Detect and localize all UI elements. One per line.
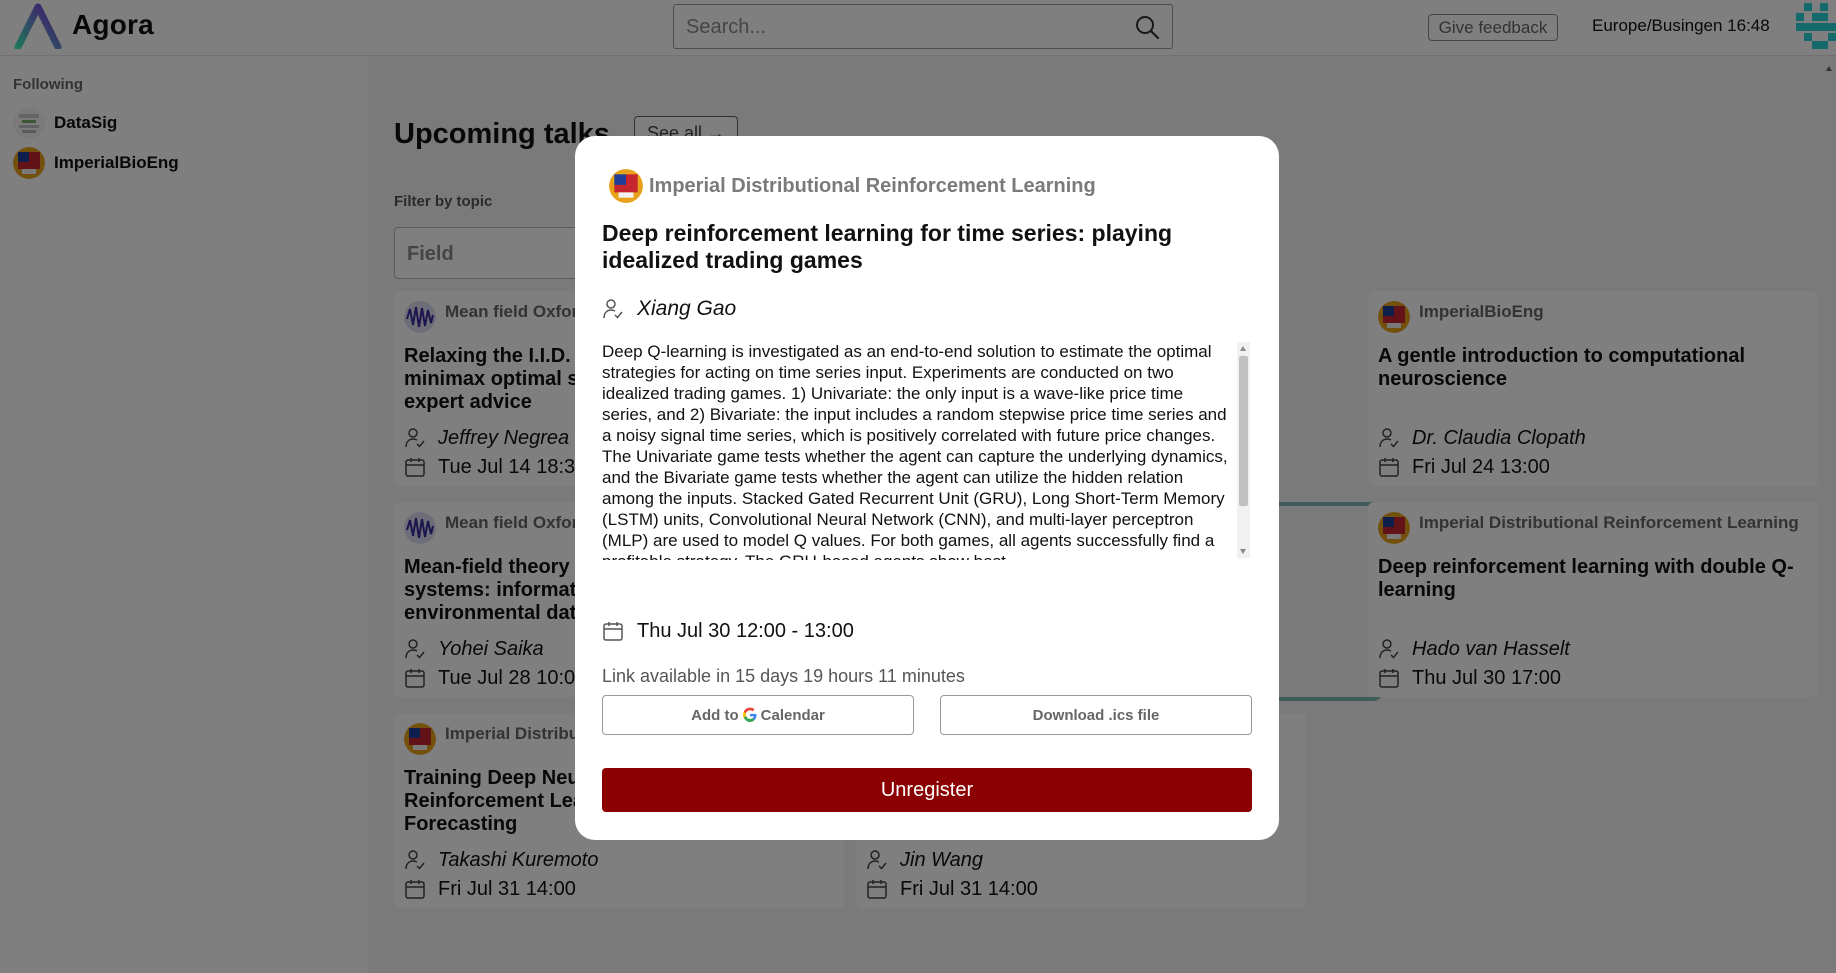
- imperial-crest-icon: [609, 169, 643, 203]
- scroll-down-arrow-icon[interactable]: [1240, 549, 1246, 554]
- modal-date: Thu Jul 30 12:00 - 13:00: [602, 616, 854, 646]
- modal-talk-title: Deep reinforcement learning for time ser…: [602, 220, 1173, 273]
- talk-detail-modal: Imperial Distributional Reinforcement Le…: [575, 136, 1279, 840]
- download-ics-button[interactable]: Download .ics file: [940, 695, 1252, 735]
- scrollbar-thumb[interactable]: [1239, 356, 1248, 506]
- calendar-icon: [603, 622, 623, 641]
- modal-channel-name[interactable]: Imperial Distributional Reinforcement Le…: [649, 175, 1096, 198]
- unregister-button[interactable]: Unregister: [602, 768, 1252, 812]
- link-availability-status: Link available in 15 days 19 hours 11 mi…: [602, 666, 965, 686]
- abstract-scrollbar[interactable]: [1237, 342, 1250, 558]
- button-label: Calendar: [760, 706, 825, 724]
- modal-speaker: Xiang Gao: [602, 294, 736, 324]
- scroll-up-arrow-icon[interactable]: [1240, 346, 1246, 351]
- add-to-google-calendar-button[interactable]: Add to Calendar: [602, 695, 914, 735]
- talk-abstract: Deep Q-learning is investigated as an en…: [602, 342, 1228, 560]
- button-label: Add to: [691, 706, 739, 724]
- speaker-name: Xiang Gao: [637, 297, 737, 320]
- talk-date: Thu Jul 30 12:00 - 13:00: [637, 619, 854, 642]
- google-icon: [742, 707, 757, 722]
- speaker-icon: [603, 299, 623, 319]
